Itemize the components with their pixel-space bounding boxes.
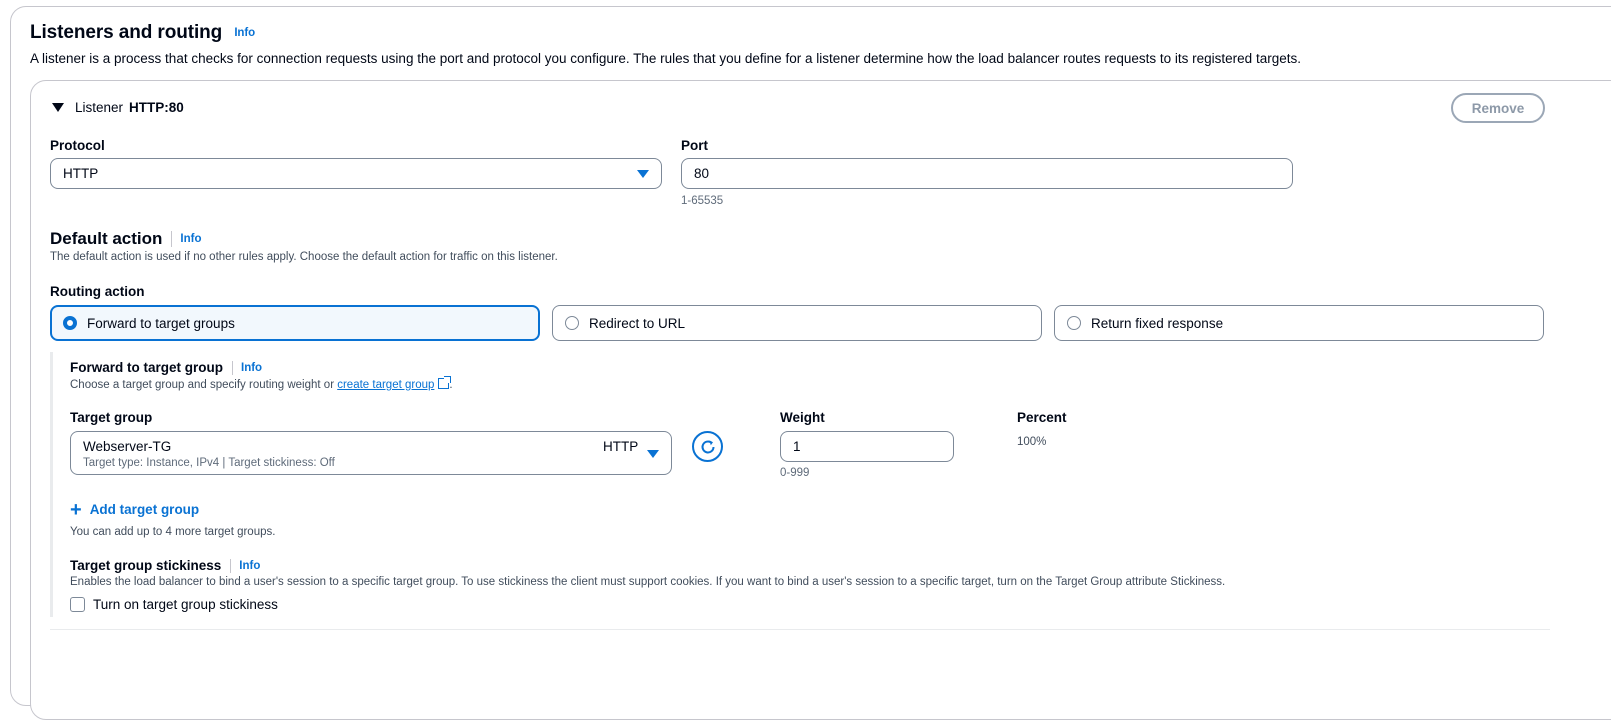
forward-desc-prefix: Choose a target group and specify routin… — [70, 379, 338, 391]
target-group-select[interactable]: Webserver-TG Target type: Instance, IPv4… — [70, 431, 672, 475]
caret-down-icon — [647, 450, 659, 458]
weight-label: Weight — [780, 410, 825, 425]
listener-header[interactable]: Listener HTTP:80 — [52, 100, 184, 115]
stickiness-description: Enables the load balancer to bind a user… — [70, 576, 1226, 588]
port-hint: 1-65535 — [681, 195, 724, 207]
target-group-name: Webserver-TG — [83, 439, 172, 454]
forward-title: Forward to target group Info — [70, 360, 262, 375]
port-value: 80 — [694, 166, 710, 181]
forward-info-link[interactable]: Info — [241, 362, 262, 374]
listener-label: Listener — [75, 100, 124, 115]
nested-section-rule — [50, 352, 53, 617]
port-input[interactable]: 80 — [681, 158, 1293, 189]
create-target-group-link[interactable]: create target group — [337, 379, 434, 391]
remove-listener-button[interactable]: Remove — [1451, 93, 1545, 123]
protocol-value: HTTP — [63, 166, 99, 181]
section-title-text: Listeners and routing — [30, 22, 223, 43]
default-action-title-text: Default action — [50, 229, 163, 248]
routing-option-redirect[interactable]: Redirect to URL — [552, 305, 1042, 341]
section-title: Listeners and routing Info — [30, 22, 255, 44]
weight-hint: 0-999 — [780, 467, 810, 479]
default-action-description: The default action is used if no other r… — [50, 251, 558, 263]
expand-caret-icon[interactable] — [52, 103, 64, 112]
stickiness-title-text: Target group stickiness — [70, 558, 222, 573]
title-divider — [230, 558, 232, 573]
radio-unselected-icon[interactable] — [1067, 316, 1081, 330]
weight-value: 1 — [793, 439, 801, 454]
routing-option-fixed-response[interactable]: Return fixed response — [1054, 305, 1544, 341]
refresh-icon — [701, 439, 714, 453]
forward-description: Choose a target group and specify routin… — [70, 376, 453, 391]
target-group-meta: Target type: Instance, IPv4 | Target sti… — [83, 457, 335, 469]
percent-label: Percent — [1017, 410, 1067, 425]
default-action-title: Default action Info — [50, 229, 201, 249]
stickiness-checkbox-label[interactable]: Turn on target group stickiness — [93, 597, 278, 612]
add-target-group-label: Add target group — [89, 502, 200, 517]
section-info-link[interactable]: Info — [234, 27, 255, 39]
add-target-group-link[interactable]: + Add target group — [70, 498, 200, 521]
port-label: Port — [681, 138, 708, 153]
external-link-icon[interactable] — [438, 376, 452, 389]
routing-action-label: Routing action — [50, 284, 145, 299]
weight-input[interactable]: 1 — [780, 431, 954, 462]
protocol-select[interactable]: HTTP — [50, 158, 662, 189]
routing-option-label: Return fixed response — [1091, 315, 1224, 331]
routing-option-forward[interactable]: Forward to target groups — [50, 305, 540, 341]
title-divider — [232, 360, 233, 375]
refresh-button[interactable] — [692, 431, 723, 462]
title-divider — [171, 231, 173, 247]
caret-down-icon — [637, 170, 649, 178]
default-action-info-link[interactable]: Info — [180, 233, 201, 245]
radio-unselected-icon[interactable] — [565, 316, 579, 330]
stickiness-checkbox[interactable] — [70, 597, 85, 612]
routing-option-label: Forward to target groups — [87, 315, 235, 331]
add-target-group-hint: You can add up to 4 more target groups. — [70, 526, 276, 538]
plus-icon: + — [70, 498, 82, 521]
percent-value: 100% — [1017, 436, 1047, 448]
section-description: A listener is a process that checks for … — [30, 51, 1301, 66]
section-divider — [50, 629, 1550, 630]
stickiness-info-link[interactable]: Info — [239, 560, 260, 572]
protocol-label: Protocol — [50, 138, 105, 153]
listener-value: HTTP:80 — [129, 100, 184, 115]
routing-option-label: Redirect to URL — [589, 315, 686, 331]
forward-title-text: Forward to target group — [70, 360, 223, 375]
target-group-label: Target group — [70, 410, 153, 425]
radio-selected-icon[interactable] — [63, 316, 77, 330]
stickiness-title: Target group stickiness Info — [70, 558, 260, 573]
target-group-protocol: HTTP — [603, 439, 639, 454]
